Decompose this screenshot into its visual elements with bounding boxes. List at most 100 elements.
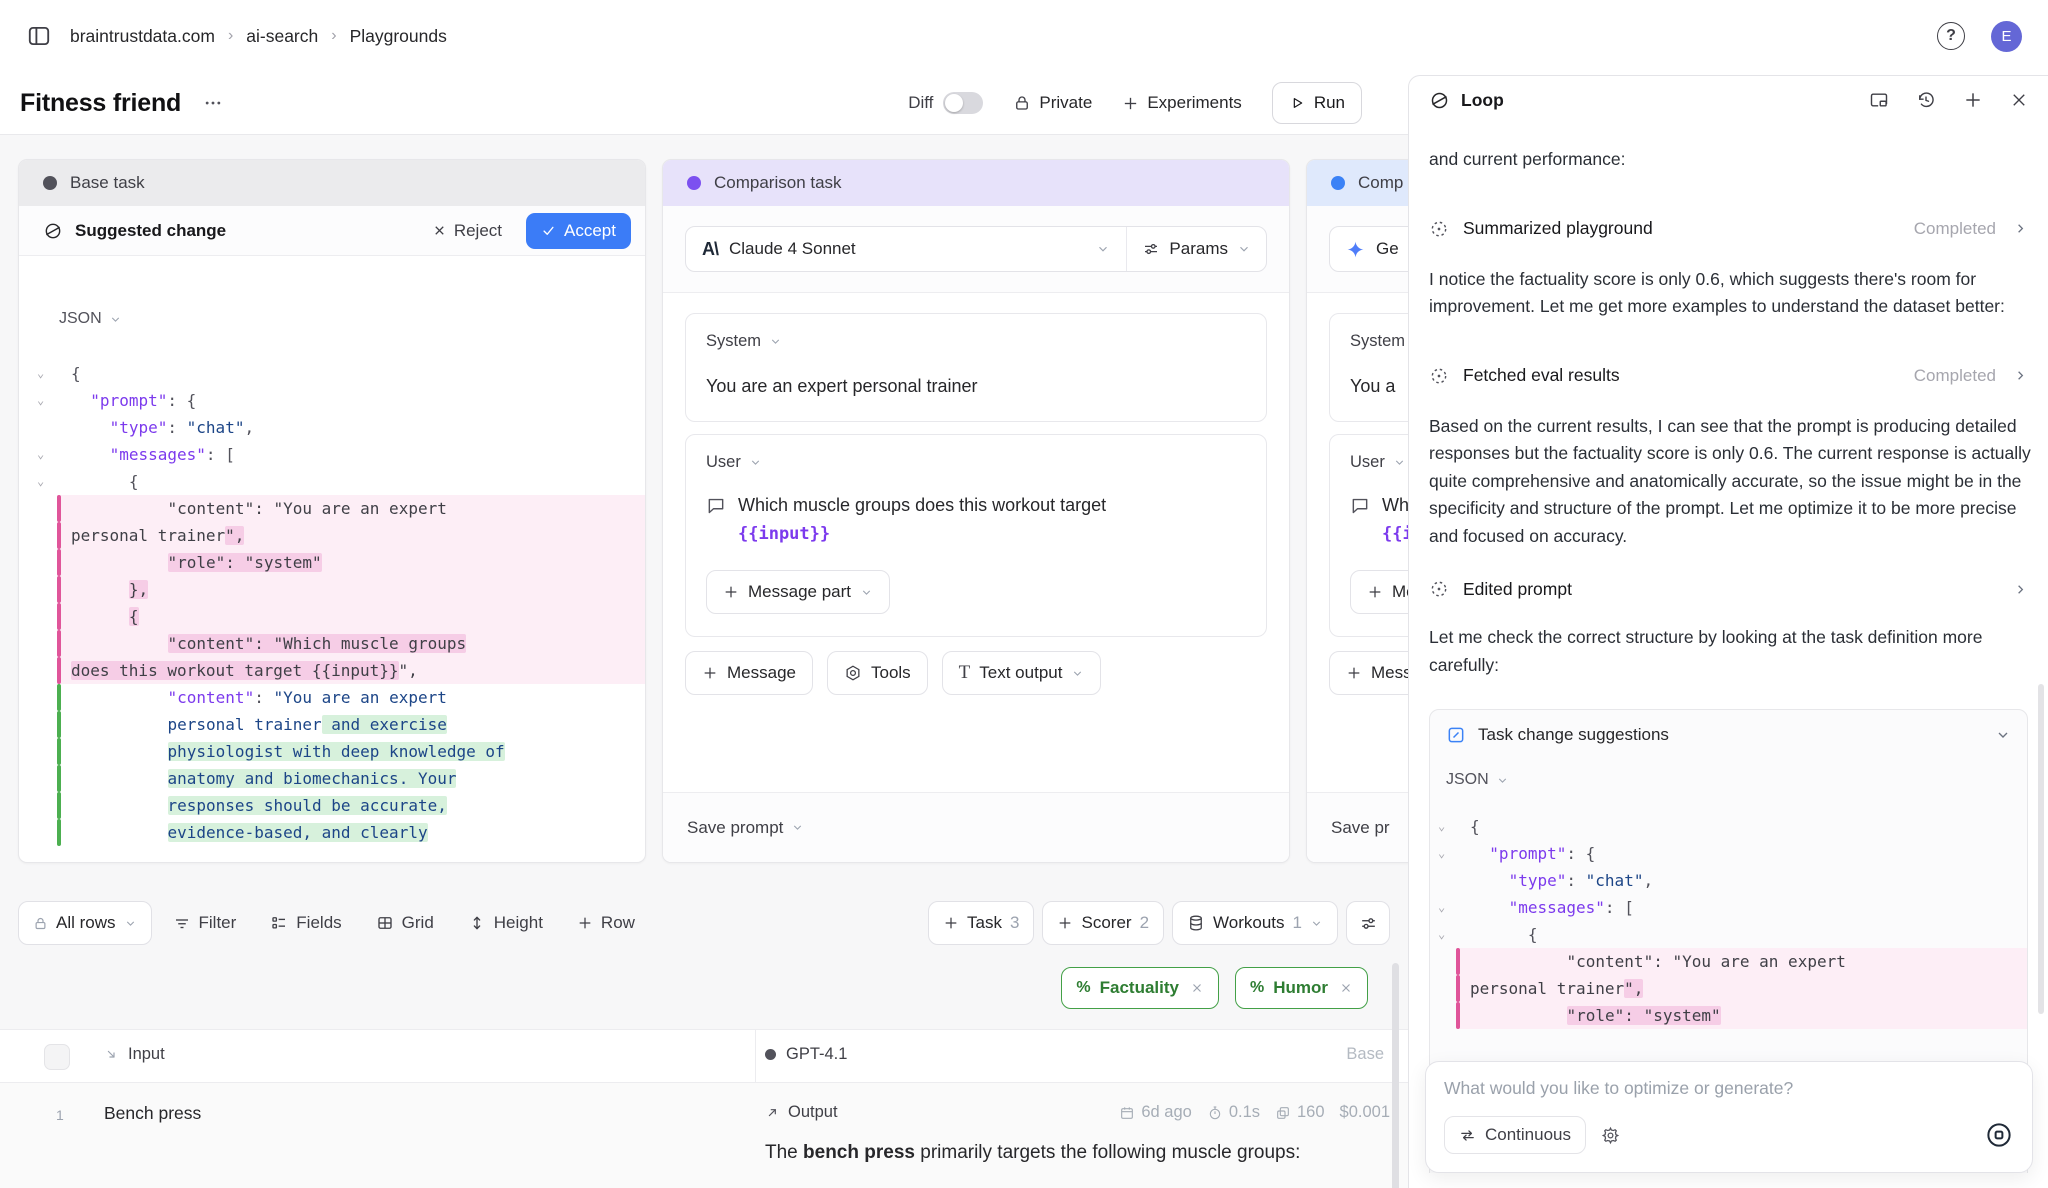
system-message-text[interactable]: You are an expert personal trainer — [706, 373, 1246, 399]
grid-settings-button[interactable] — [1346, 901, 1390, 945]
add-message-part-button[interactable]: Message part — [706, 570, 890, 614]
task-change-suggestions-header[interactable]: Task change suggestions — [1430, 710, 2027, 745]
continuous-label: Continuous — [1485, 1125, 1571, 1145]
loop-input[interactable]: What would you like to optimize or gener… — [1444, 1078, 2014, 1099]
gear-icon[interactable] — [1601, 1126, 1620, 1145]
step-title: Summarized playground — [1463, 218, 1653, 239]
accept-button[interactable]: Accept — [526, 213, 631, 249]
system-role-selector[interactable]: System — [706, 332, 1246, 351]
cost: $0.001 — [1340, 1103, 1390, 1122]
filter-label: Filter — [199, 913, 237, 933]
breadcrumb-org[interactable]: braintrustdata.com — [70, 26, 215, 47]
model-column-header[interactable]: GPT-4.1 — [765, 1045, 847, 1064]
close-icon[interactable] — [2010, 91, 2028, 109]
stop-icon[interactable] — [1984, 1120, 2014, 1150]
gemini-icon — [1346, 240, 1365, 259]
add-message-button[interactable]: Message — [685, 651, 813, 695]
row-output-cell[interactable]: Output 6d ago 0.1 — [765, 1103, 1390, 1167]
user-role-selector[interactable]: User — [706, 453, 1246, 472]
select-all-checkbox[interactable] — [44, 1044, 70, 1070]
edit-task-icon — [1446, 725, 1466, 745]
run-button[interactable]: Run — [1272, 82, 1362, 124]
more-menu-icon[interactable] — [203, 93, 223, 113]
base-task-editor[interactable]: JSON ⌄{⌄"prompt": {"type": "chat",⌄"mess… — [19, 256, 645, 862]
suggestions-code[interactable]: ⌄{⌄"prompt": {"type": "chat",⌄"messages"… — [1430, 813, 2027, 1029]
text-output-icon: T — [959, 662, 971, 684]
dataset-button[interactable]: Workouts 1 — [1172, 901, 1338, 945]
remove-scorer-icon[interactable] — [1190, 981, 1204, 995]
loop-panel-body: and current performance: Summarized play… — [1409, 124, 2048, 1173]
loop-scrollbar[interactable] — [2038, 684, 2044, 1014]
sidebar-toggle-icon[interactable] — [26, 23, 52, 49]
diff-toggle[interactable] — [943, 92, 983, 114]
table-row[interactable]: 1 Bench press Output — [0, 1083, 1408, 1188]
history-icon[interactable] — [1916, 90, 1936, 110]
output-link[interactable]: Output — [765, 1103, 838, 1122]
title-bar: Fitness friend Diff Private — [0, 72, 1408, 134]
token-count: 160 — [1275, 1103, 1325, 1122]
scorer-badge-factuality[interactable]: % Factuality — [1061, 967, 1219, 1009]
scorer-badge-humor[interactable]: % Humor — [1235, 967, 1368, 1009]
loop-step-summarized[interactable]: Summarized playground Completed — [1429, 216, 2028, 242]
output-text: The bench press primarily targets the fo… — [765, 1138, 1331, 1167]
save-prompt-button[interactable]: Save prompt — [663, 792, 1289, 862]
breadcrumb-separator: › — [228, 27, 233, 45]
fields-button[interactable]: Fields — [257, 913, 354, 933]
continuous-mode-button[interactable]: Continuous — [1444, 1116, 1586, 1154]
tools-button[interactable]: Tools — [827, 651, 928, 695]
base-task-code[interactable]: ⌄{⌄"prompt": {"type": "chat",⌄"messages"… — [19, 360, 645, 846]
language-selector[interactable]: JSON — [1446, 771, 2027, 789]
model-section: A\ Claude 4 Sonnet Params — [663, 206, 1289, 293]
breadcrumb-separator: › — [331, 27, 336, 45]
filter-button[interactable]: Filter — [160, 913, 250, 933]
suggested-change-bar: Suggested change Reject Accept — [19, 206, 645, 256]
all-rows-filter-button[interactable]: All rows — [18, 901, 152, 945]
params-label: Params — [1169, 239, 1228, 259]
template-variable[interactable]: {{input}} — [738, 524, 1246, 544]
height-button[interactable]: Height — [455, 913, 556, 933]
private-button[interactable]: Private — [1013, 93, 1092, 113]
experiments-button[interactable]: Experiments — [1122, 93, 1241, 113]
tokens-icon — [1275, 1105, 1291, 1121]
language-label: JSON — [1446, 771, 1489, 789]
help-icon[interactable]: ? — [1937, 22, 1965, 50]
timestamp: 6d ago — [1119, 1103, 1191, 1122]
grid-toolbar: All rows Filter Fields Grid — [18, 901, 1390, 945]
popout-icon[interactable] — [1869, 90, 1889, 110]
base-column-tag: Base — [1346, 1045, 1384, 1064]
input-column-header[interactable]: Input — [104, 1045, 165, 1064]
database-icon — [1187, 914, 1205, 932]
language-selector[interactable]: JSON — [59, 310, 645, 328]
breadcrumb-section[interactable]: Playgrounds — [350, 26, 447, 47]
chevron-down-icon[interactable] — [1995, 727, 2011, 743]
model-header-label: GPT-4.1 — [786, 1045, 847, 1064]
loop-step-edited[interactable]: Edited prompt — [1429, 576, 2028, 602]
add-row-button[interactable]: Row — [564, 913, 648, 933]
remove-scorer-icon[interactable] — [1339, 981, 1353, 995]
row-input-value[interactable]: Bench press — [104, 1103, 201, 1124]
params-button[interactable]: Params — [1127, 227, 1266, 271]
sliders-icon — [1359, 914, 1378, 933]
user-message-text[interactable]: Which muscle groups does this workout ta… — [706, 492, 1246, 518]
model-selector[interactable]: A\ Claude 4 Sonnet — [686, 227, 1126, 271]
model-name: Claude 4 Sonnet — [729, 239, 856, 259]
avatar[interactable]: E — [1991, 21, 2022, 52]
user-message-card[interactable]: User Which muscle groups does this worko… — [685, 434, 1267, 637]
stopwatch-icon — [1207, 1105, 1223, 1121]
filter-icon — [173, 914, 191, 932]
loop-step-fetched[interactable]: Fetched eval results Completed — [1429, 363, 2028, 389]
text-output-button[interactable]: T Text output — [942, 651, 1102, 695]
breadcrumb-project[interactable]: ai-search — [246, 26, 318, 47]
reject-button[interactable]: Reject — [432, 221, 502, 241]
system-message-card[interactable]: System You are an expert personal traine… — [685, 313, 1267, 422]
add-task-label: Task — [967, 913, 1002, 933]
grid-scrollbar[interactable] — [1392, 963, 1399, 1188]
duration: 0.1s — [1207, 1103, 1260, 1122]
new-chat-icon[interactable] — [1963, 90, 1983, 110]
dataset-label: Workouts — [1213, 913, 1285, 933]
add-scorer-button[interactable]: Scorer 2 — [1042, 901, 1164, 945]
step-progress-icon — [1429, 219, 1449, 239]
add-task-button[interactable]: Task 3 — [928, 901, 1034, 945]
comparison-task-column: Comparison task A\ Claude 4 Sonnet — [662, 159, 1290, 863]
grid-button[interactable]: Grid — [363, 913, 447, 933]
